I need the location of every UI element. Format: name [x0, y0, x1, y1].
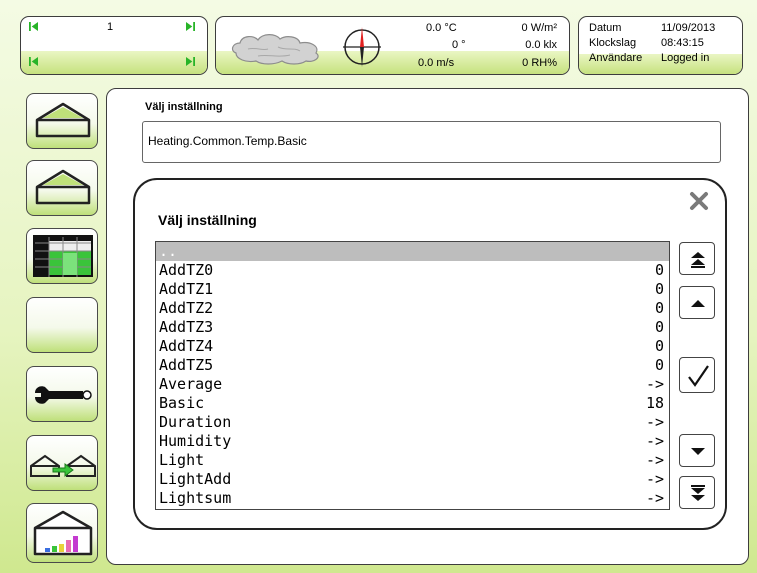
list-item-value: 0 — [654, 280, 664, 298]
light-value: 0.0 klx — [525, 39, 557, 51]
list-item[interactable]: Basic 18 — [156, 394, 669, 413]
skip-last-icon[interactable] — [186, 22, 195, 31]
list-item[interactable]: LightAdd -> — [156, 470, 669, 489]
list-item[interactable]: Duration -> — [156, 413, 669, 432]
user-label: Användare — [589, 52, 643, 64]
list-item[interactable]: Lightsum -> — [156, 489, 669, 508]
greenhouse-icon — [35, 102, 91, 138]
list-item-name: AddTZ2 — [159, 299, 214, 317]
check-icon — [688, 365, 709, 387]
temperature-value: 0.0 °C — [426, 22, 457, 34]
sidebar-house-button-1[interactable] — [26, 93, 98, 149]
wind-speed-value: 0.0 m/s — [418, 57, 455, 69]
list-item-name: Light — [159, 451, 205, 469]
skip-first-icon[interactable] — [29, 57, 38, 66]
radiation-value: 0 W/m² — [521, 22, 557, 34]
list-item[interactable]: AddTZ5 0 — [156, 356, 669, 375]
compass-icon — [343, 27, 381, 67]
scroll-up-button[interactable] — [679, 286, 715, 319]
list-item-value: -> — [645, 470, 664, 488]
navigation-panel-shade — [21, 51, 207, 74]
navigation-panel: 1 — [20, 16, 208, 75]
sidebar-table-button[interactable] — [26, 228, 98, 284]
wind-direction-value: 0 ° — [452, 39, 466, 51]
list-item[interactable]: AddTZ0 0 — [156, 261, 669, 280]
time-label: Klockslag — [589, 37, 637, 49]
date-value: 11/09/2013 — [661, 22, 716, 34]
list-item-name: Average — [159, 375, 223, 393]
list-item[interactable]: AddTZ1 0 — [156, 280, 669, 299]
info-panel: Datum 11/09/2013 Klockslag 08:43:15 Anvä… — [578, 16, 743, 75]
close-icon[interactable] — [688, 190, 710, 212]
scroll-down-button[interactable] — [679, 434, 715, 467]
down-icon — [691, 448, 705, 455]
up-icon — [691, 300, 705, 307]
sidebar-transfer-button[interactable] — [26, 435, 98, 491]
page-up-button[interactable] — [679, 242, 715, 275]
wrench-icon — [35, 386, 92, 404]
list-item-name: AddTZ3 — [159, 318, 214, 336]
list-item[interactable]: AddTZ2 0 — [156, 299, 669, 318]
list-item-name: AddTZ4 — [159, 337, 214, 355]
double-down-icon — [691, 485, 705, 501]
weather-panel: 0.0 °C 0 ° 0.0 m/s 0 W/m² 0.0 klx 0 RH% — [215, 16, 570, 75]
list-item-value: -> — [645, 489, 664, 507]
list-item[interactable]: AddTZ3 0 — [156, 318, 669, 337]
greenhouse-icon — [35, 169, 91, 205]
list-item-value: 18 — [645, 394, 664, 412]
list-item-name: LightAdd — [159, 470, 232, 488]
double-up-icon — [691, 252, 705, 268]
settings-list[interactable]: .. AddTZ0 0 AddTZ1 0 AddTZ2 0 AddTZ3 0 AddTZ4 0 Add… — [155, 241, 670, 510]
user-value: Logged in — [661, 52, 710, 64]
list-item-value: -> — [645, 432, 664, 450]
list-item[interactable]: AddTZ4 0 — [156, 337, 669, 356]
list-item-value: 0 — [654, 299, 664, 317]
humidity-value: 0 RH% — [522, 57, 557, 69]
list-item-name: AddTZ0 — [159, 261, 214, 279]
skip-last-icon[interactable] — [186, 57, 195, 66]
list-item[interactable]: Average -> — [156, 375, 669, 394]
navigation-value: 1 — [107, 21, 114, 33]
greenhouse-transfer-icon — [30, 454, 96, 477]
sidebar-tools-button[interactable] — [26, 366, 98, 422]
list-item-value: -> — [645, 451, 664, 469]
list-item-name: .. — [159, 242, 178, 260]
confirm-button[interactable] — [679, 357, 715, 393]
date-label: Datum — [589, 22, 622, 34]
list-item-name: Basic — [159, 394, 205, 412]
list-item[interactable]: Light -> — [156, 451, 669, 470]
time-value: 08:43:15 — [661, 37, 704, 49]
path-field[interactable]: Heating.Common.Temp.Basic — [142, 121, 721, 163]
list-item-name: AddTZ5 — [159, 356, 214, 374]
cloud-icon — [231, 34, 319, 65]
greenhouse-chart-icon — [33, 510, 93, 556]
list-item-value: 0 — [654, 356, 664, 374]
list-item-name: AddTZ1 — [159, 280, 214, 298]
path-text: Heating.Common.Temp.Basic — [148, 134, 307, 148]
list-item-name: Humidity — [159, 432, 232, 450]
page-down-button[interactable] — [679, 476, 715, 509]
list-item-value: -> — [645, 413, 664, 431]
list-item-value: 0 — [654, 261, 664, 279]
list-item-name: Lightsum — [159, 489, 232, 507]
skip-first-icon[interactable] — [29, 22, 38, 31]
sidebar-statistics-button[interactable] — [26, 503, 98, 563]
page-title: Välj inställning — [145, 101, 223, 113]
table-chart-icon — [33, 235, 93, 277]
list-item[interactable]: Humidity -> — [156, 432, 669, 451]
list-item[interactable]: .. — [156, 242, 669, 261]
sidebar-house-button-2[interactable] — [26, 160, 98, 216]
dialog-title: Välj inställning — [158, 212, 257, 228]
list-item-name: Duration — [159, 413, 232, 431]
list-item-value: 0 — [654, 337, 664, 355]
sidebar-empty-button[interactable] — [26, 297, 98, 353]
list-item-value: -> — [645, 375, 664, 393]
list-item-value: 0 — [654, 318, 664, 336]
